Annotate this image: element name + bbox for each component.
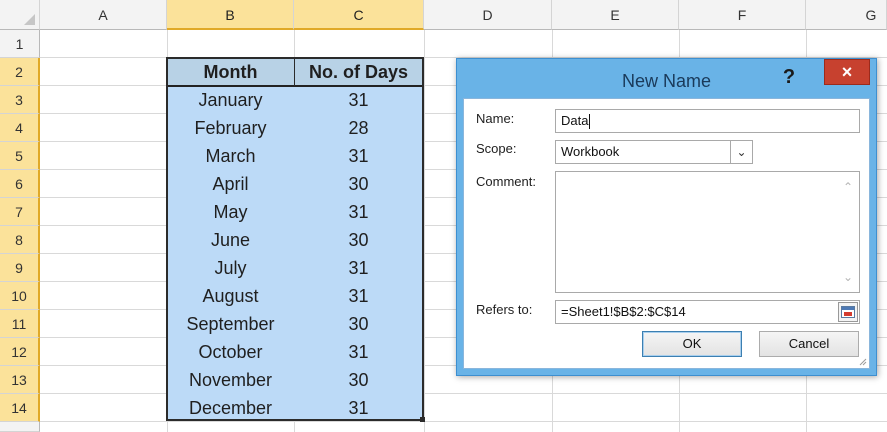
scope-label: Scope: (476, 141, 517, 156)
column-header-b[interactable]: B (167, 0, 294, 30)
close-button[interactable]: × (824, 59, 870, 85)
row-header-7[interactable]: 7 (0, 198, 40, 226)
refers-to-label: Refers to: (476, 302, 533, 317)
gridline (424, 30, 425, 432)
select-all-corner[interactable] (0, 0, 40, 30)
column-header-a[interactable]: A (40, 0, 167, 30)
row-header-5[interactable]: 5 (0, 142, 40, 170)
new-name-dialog: New Name ? × Name: Data Scope: Workbook ⌄… (456, 58, 877, 376)
name-label: Name: (476, 111, 515, 126)
column-header-e[interactable]: E (552, 0, 679, 30)
row-header-15-partial[interactable] (0, 422, 40, 432)
column-header-c[interactable]: C (294, 0, 424, 30)
row-header-11[interactable]: 11 (0, 310, 40, 338)
row-header-4[interactable]: 4 (0, 114, 40, 142)
row-header-1[interactable]: 1 (0, 30, 40, 58)
row-header-10[interactable]: 10 (0, 282, 40, 310)
comment-label: Comment: (476, 174, 536, 189)
collapse-dialog-button[interactable] (838, 302, 858, 322)
row-header-6[interactable]: 6 (0, 170, 40, 198)
row-header-3[interactable]: 3 (0, 86, 40, 114)
scope-value: Workbook (561, 144, 620, 159)
row-header-2[interactable]: 2 (0, 58, 40, 86)
name-value: Data (561, 113, 589, 128)
fill-handle[interactable] (420, 417, 425, 422)
name-field[interactable]: Data (555, 109, 860, 133)
column-header-d[interactable]: D (424, 0, 552, 30)
help-button[interactable]: ? (775, 63, 803, 91)
ok-button[interactable]: OK (642, 331, 742, 357)
scroll-up-icon[interactable]: ⌃ (843, 176, 853, 198)
resize-grip-icon[interactable] (857, 356, 867, 366)
dialog-title: New Name (621, 71, 712, 91)
chevron-down-icon[interactable]: ⌄ (730, 141, 752, 163)
scroll-down-icon[interactable]: ⌄ (843, 266, 853, 288)
refers-to-field[interactable]: =Sheet1!$B$2:$C$14 (555, 300, 860, 324)
text-caret (589, 114, 591, 130)
column-header-g[interactable]: G (806, 0, 887, 30)
spreadsheet: A B C D E F G 1 2 3 4 5 6 7 8 9 10 11 12… (0, 0, 887, 432)
dialog-body: Name: Data Scope: Workbook ⌄ Comment: ⌃ ⌄… (463, 98, 870, 369)
dialog-titlebar[interactable]: New Name ? × (457, 59, 876, 99)
row-header-13[interactable]: 13 (0, 366, 40, 394)
column-header-f[interactable]: F (679, 0, 806, 30)
row-header-14[interactable]: 14 (0, 394, 40, 422)
row-header-9[interactable]: 9 (0, 254, 40, 282)
comment-textarea[interactable]: ⌃ ⌄ (555, 171, 860, 293)
selection-border (166, 57, 424, 421)
cancel-button[interactable]: Cancel (759, 331, 859, 357)
refers-to-value: =Sheet1!$B$2:$C$14 (561, 304, 686, 319)
close-icon: × (841, 62, 853, 82)
row-header-8[interactable]: 8 (0, 226, 40, 254)
range-select-icon (841, 306, 855, 318)
scope-select[interactable]: Workbook ⌄ (555, 140, 753, 164)
row-header-12[interactable]: 12 (0, 338, 40, 366)
